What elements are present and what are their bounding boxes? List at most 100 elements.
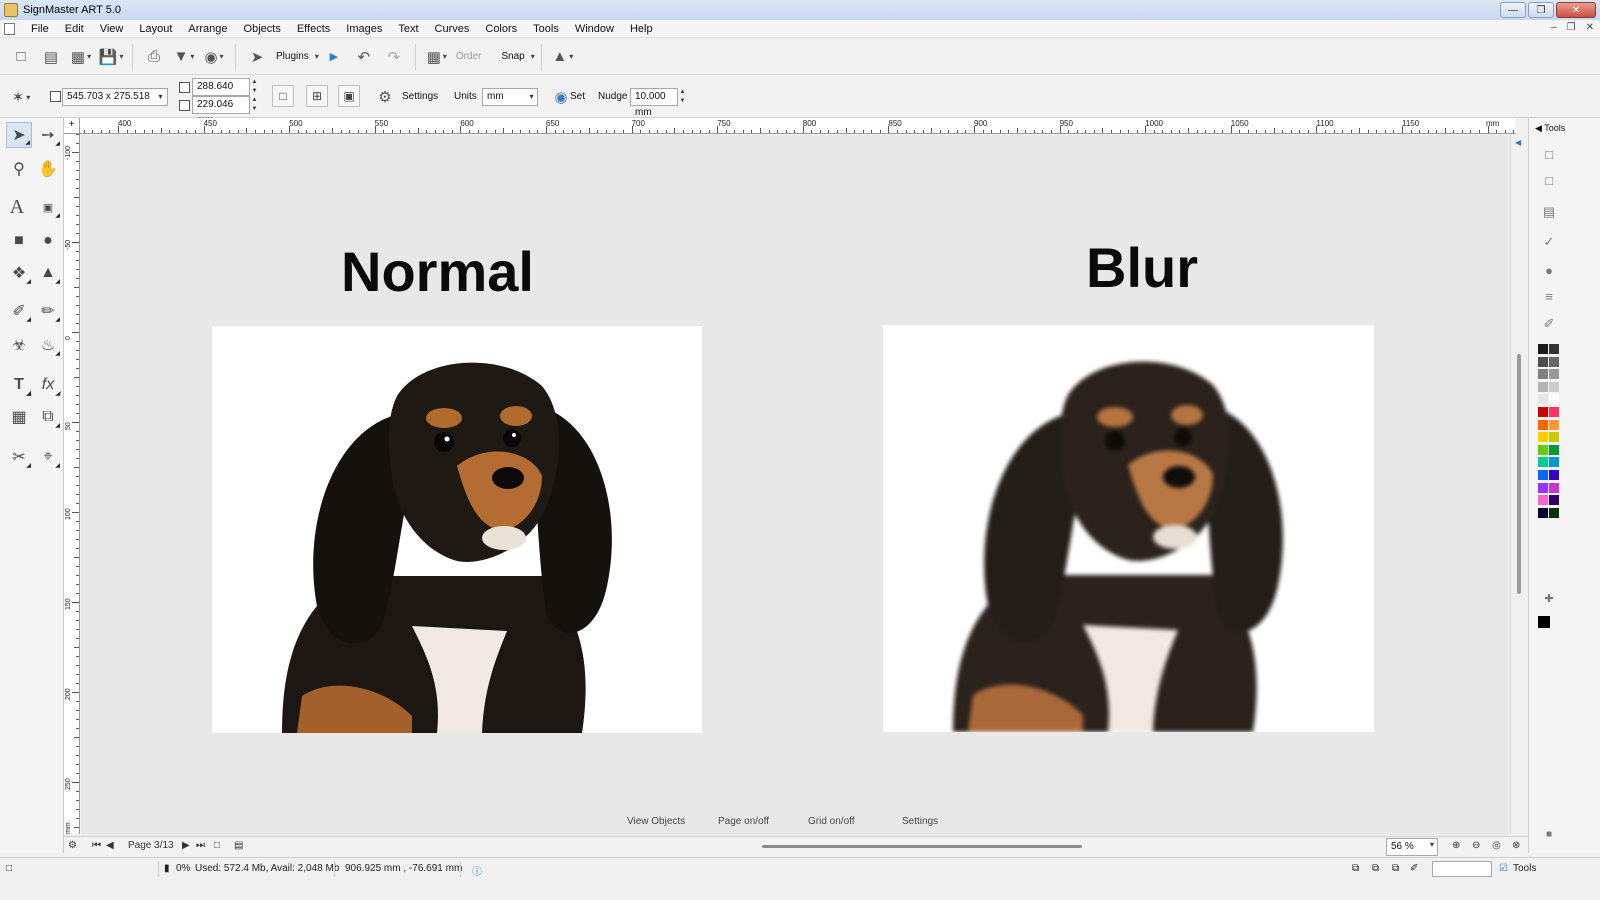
info-icon[interactable]: ⓘ xyxy=(472,863,482,878)
open-file-icon[interactable]: ▤ xyxy=(40,46,62,68)
menu-objects[interactable]: Objects xyxy=(236,23,289,35)
color-swatch[interactable] xyxy=(1549,407,1559,417)
menu-edit[interactable]: Edit xyxy=(57,23,92,35)
polygon-tool-icon[interactable]: ▲ ◢ xyxy=(35,260,61,286)
settings-button[interactable]: Settings xyxy=(402,91,438,102)
color-swatch[interactable] xyxy=(1549,419,1559,430)
color-swatch[interactable] xyxy=(1538,344,1548,354)
menu-file[interactable]: File xyxy=(23,23,57,35)
play-icon[interactable]: ▶ xyxy=(323,46,345,68)
plugins-button[interactable]: Plugins xyxy=(276,51,309,62)
page-icon[interactable]: □ xyxy=(1539,144,1559,164)
color-swatch[interactable] xyxy=(1549,457,1559,468)
view-objects-link[interactable]: View Objects xyxy=(627,816,685,827)
weld-icon[interactable]: ⧉ xyxy=(1392,863,1399,874)
menu-images[interactable]: Images xyxy=(338,23,390,35)
text-tool-icon[interactable]: A xyxy=(4,194,30,220)
color-swatch[interactable] xyxy=(1549,369,1559,380)
close-button[interactable]: ✕ xyxy=(1556,2,1596,18)
status-input[interactable] xyxy=(1432,861,1492,877)
color-swatch[interactable] xyxy=(1549,344,1559,354)
combine-icon[interactable]: ⧉ xyxy=(1372,863,1379,874)
import-icon[interactable]: ▦ ▾ xyxy=(70,46,92,68)
menu-layout[interactable]: Layout xyxy=(131,23,180,35)
doc-restore-icon[interactable]: ❐ xyxy=(1567,22,1576,33)
normal-heading[interactable]: Normal xyxy=(341,239,534,304)
text-frame-tool-icon[interactable]: ▣ ◢ xyxy=(35,194,61,220)
size-dropdown-icon[interactable]: ▾ xyxy=(156,88,165,106)
minimize-button[interactable]: — xyxy=(1500,2,1526,18)
zoom-all-icon[interactable]: ⊗ xyxy=(1512,840,1520,851)
color-swatch[interactable] xyxy=(1538,457,1548,468)
tools-toggle-label[interactable]: Tools xyxy=(1513,863,1536,874)
doc-close-icon[interactable]: ✕ xyxy=(1586,22,1594,33)
color-swatch[interactable] xyxy=(1549,482,1559,493)
copy-page-icon[interactable]: ▤ xyxy=(1539,202,1559,222)
color-swatch[interactable] xyxy=(1538,470,1548,480)
select-tool-icon[interactable]: ➤ ◢ xyxy=(6,122,32,148)
settings-icon[interactable]: ⚙ xyxy=(374,86,396,108)
menu-help[interactable]: Help xyxy=(622,23,661,35)
units-dropdown-icon[interactable]: ▾ xyxy=(527,88,536,106)
restore-button[interactable]: ❐ xyxy=(1528,2,1554,18)
menu-tools[interactable]: Tools xyxy=(525,23,567,35)
shape-tool-icon[interactable]: ❖ ◢ xyxy=(6,260,32,286)
set-button[interactable]: Set xyxy=(570,91,585,102)
prev-page-icon[interactable]: ◀ xyxy=(106,840,114,851)
horizontal-ruler[interactable]: 400 450 500 550 600 650 700 750 800 850 900 950 1000… xyxy=(64,118,1516,134)
color-swatch[interactable] xyxy=(1549,432,1559,443)
group-icon[interactable]: ⧉ xyxy=(1352,863,1359,874)
delete-page-icon[interactable]: ▤ xyxy=(234,840,243,851)
normal-dog-image[interactable] xyxy=(212,326,702,733)
menu-curves[interactable]: Curves xyxy=(427,23,478,35)
zoom-fit-icon[interactable]: ◎ xyxy=(1492,840,1501,851)
weld-tool-icon[interactable]: ⧉ ◢ xyxy=(35,404,61,430)
menu-text[interactable]: Text xyxy=(390,23,426,35)
cut-output-icon[interactable]: ▼ ▾ xyxy=(173,46,195,68)
width-stepper[interactable]: ▲ ▼ xyxy=(250,78,259,96)
nudge-field[interactable]: 10.000 mm xyxy=(630,88,678,118)
fill-style-icon[interactable]: ✓ xyxy=(1539,232,1559,252)
grid-toggle-link[interactable]: Grid on/off xyxy=(808,816,855,827)
tools-panel-header[interactable]: ◀ Tools xyxy=(1529,118,1569,138)
order-button[interactable]: Order xyxy=(456,51,482,62)
nudge-stepper[interactable]: ▲ ▼ xyxy=(678,88,687,106)
add-color-icon[interactable]: ✚ xyxy=(1539,588,1559,608)
menu-arrange[interactable]: Arrange xyxy=(180,23,235,35)
panel-collapse-icon[interactable]: ◀ xyxy=(1515,138,1521,147)
color-swatch[interactable] xyxy=(1538,381,1548,392)
color-swatch[interactable] xyxy=(1549,495,1559,506)
color-swatch[interactable] xyxy=(1538,356,1548,367)
plugins-icon[interactable]: ➤ xyxy=(246,46,268,68)
current-color-swatch[interactable] xyxy=(1538,616,1550,628)
blur-heading[interactable]: Blur xyxy=(1086,235,1198,300)
color-swatch[interactable] xyxy=(1538,495,1548,506)
add-node-button[interactable]: ⊞ xyxy=(306,85,328,107)
crop-tool-icon[interactable]: ⌖ ◢ xyxy=(35,444,61,470)
height-field[interactable]: 229.046 mm xyxy=(192,96,250,126)
text-style-tool-icon[interactable]: T ◢ xyxy=(6,372,32,398)
drawing-canvas[interactable]: Normal Blur xyxy=(81,135,1509,835)
vinyl-output-icon[interactable]: ◉ ▾ xyxy=(203,46,225,68)
zoom-tool-icon[interactable]: ⚲ xyxy=(6,156,32,182)
color-swatch[interactable] xyxy=(1538,419,1548,430)
save-icon[interactable]: 💾 ▾ xyxy=(99,46,124,68)
color-swatch[interactable] xyxy=(1549,356,1559,367)
vertical-scroll-thumb[interactable] xyxy=(1517,354,1521,594)
color-swatch[interactable] xyxy=(1549,381,1559,392)
image-tool-icon[interactable]: ▦ xyxy=(6,404,32,430)
zoom-in-icon[interactable]: ⊕ xyxy=(1452,840,1460,851)
ruler-origin[interactable]: + xyxy=(64,118,80,134)
horizontal-scroll-thumb[interactable] xyxy=(762,845,1082,848)
page-settings-icon[interactable]: ⚙ xyxy=(68,840,77,851)
color-swatch[interactable] xyxy=(1538,482,1548,493)
rectangle-tool-icon[interactable]: ■ xyxy=(6,228,32,254)
last-page-icon[interactable]: ⏭ xyxy=(196,840,205,851)
node-edit-tool-icon[interactable]: ➙ ◢ xyxy=(35,122,61,148)
canvas-settings-link[interactable]: Settings xyxy=(902,816,938,827)
color-swatch[interactable] xyxy=(1538,444,1548,455)
color-swatch[interactable] xyxy=(1549,470,1559,480)
color-swatch[interactable] xyxy=(1538,394,1548,405)
first-page-icon[interactable]: ⏮ xyxy=(92,840,101,851)
page-toggle-link[interactable]: Page on/off xyxy=(718,816,769,827)
